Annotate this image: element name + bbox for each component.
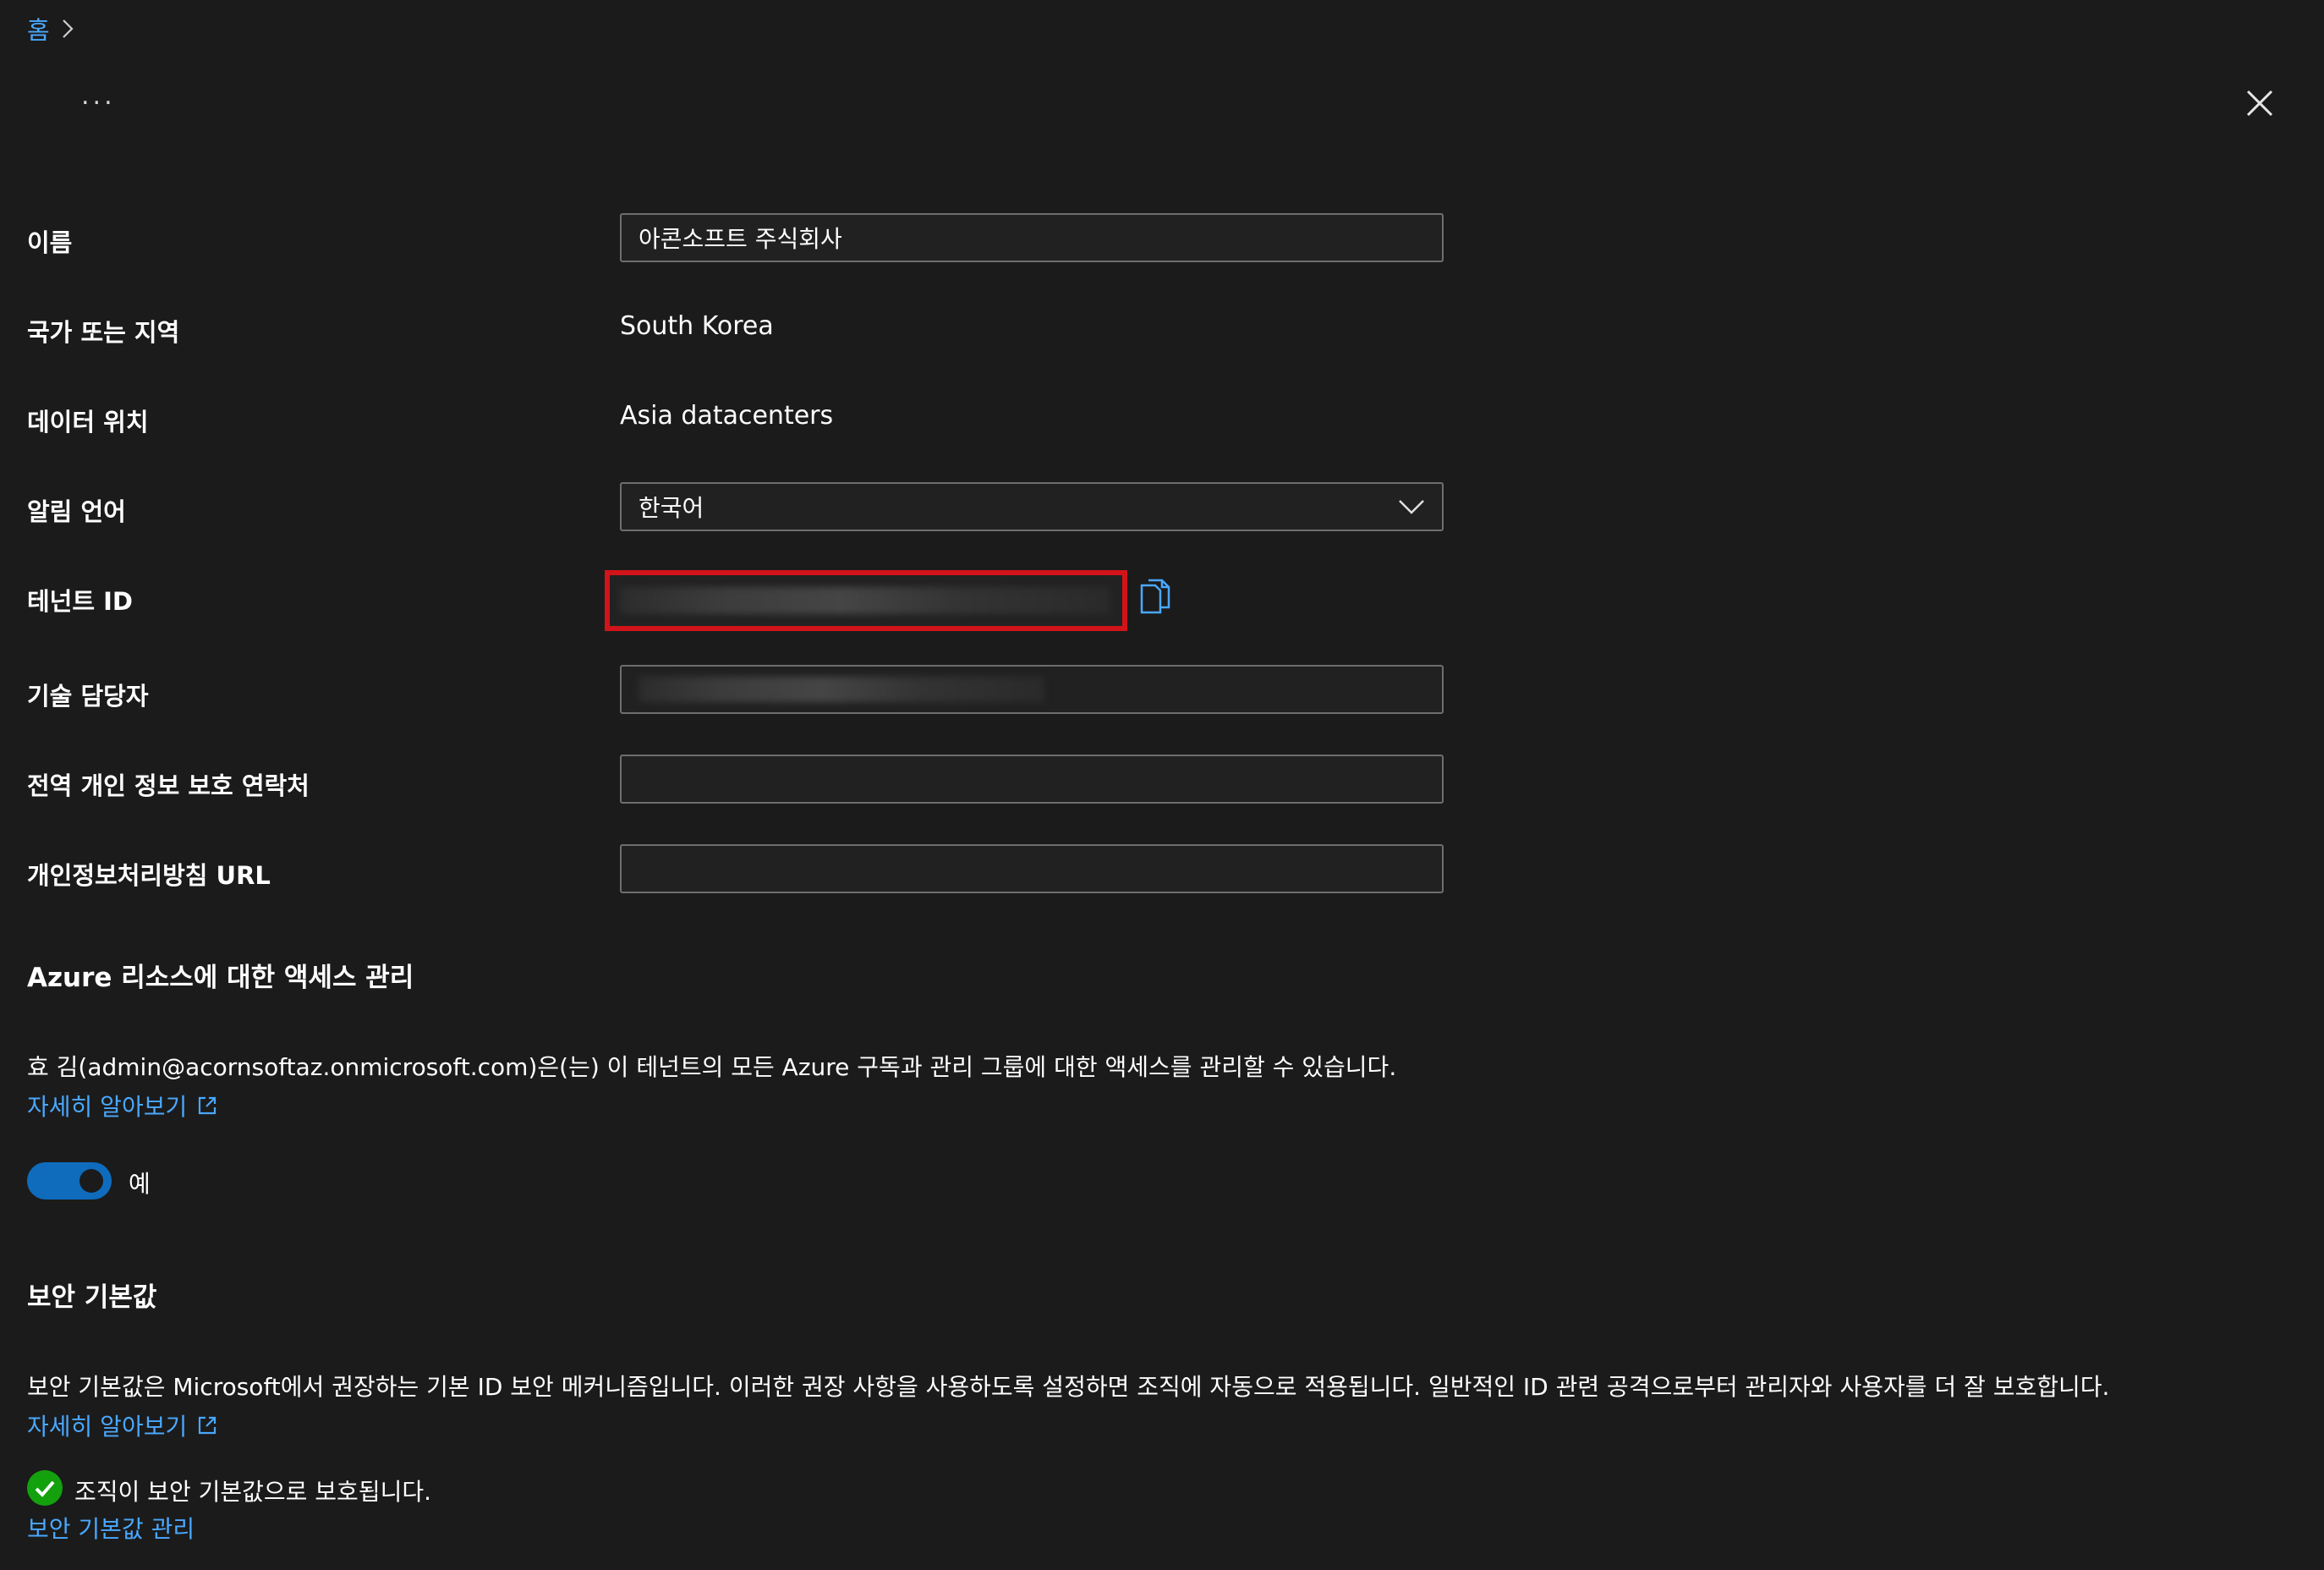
chevron-right-icon xyxy=(62,19,74,39)
security-section-title: 보안 기본값 xyxy=(27,1282,157,1313)
notification-language-dropdown[interactable]: 한국어 xyxy=(620,482,1444,531)
security-description: 보안 기본값은 Microsoft에서 권장하는 기본 ID 보안 메커니즘입니… xyxy=(27,1373,2110,1401)
notification-language-value: 한국어 xyxy=(639,494,704,522)
security-status-text: 조직이 보안 기본값으로 보호됩니다. xyxy=(74,1478,432,1506)
manage-security-defaults-link[interactable]: 보안 기본값 관리 xyxy=(27,1511,195,1545)
tenant-id-blur xyxy=(620,587,1110,614)
technical-contact-label: 기술 담당자 xyxy=(27,682,149,711)
access-section-title: Azure 리소스에 대한 액세스 관리 xyxy=(27,963,414,993)
technical-contact-input[interactable] xyxy=(620,665,1444,714)
checkmark-icon xyxy=(27,1470,63,1506)
access-learn-more-link[interactable]: 자세히 알아보기 xyxy=(27,1089,217,1123)
notification-language-label: 알림 언어 xyxy=(27,497,126,526)
tenant-id-redacted xyxy=(605,570,1127,631)
name-input[interactable]: 아콘소프트 주식회사 xyxy=(620,213,1444,262)
country-label: 국가 또는 지역 xyxy=(27,318,180,347)
breadcrumb-home-link[interactable]: 홈 xyxy=(27,11,50,47)
manage-security-defaults-text: 보안 기본값 관리 xyxy=(27,1515,195,1543)
security-learn-more-link[interactable]: 자세히 알아보기 xyxy=(27,1408,217,1442)
privacy-url-input[interactable] xyxy=(620,844,1444,893)
data-location-value: Asia datacenters xyxy=(620,401,834,431)
privacy-contact-input[interactable] xyxy=(620,755,1444,804)
access-toggle-label: 예 xyxy=(129,1170,151,1198)
access-toggle[interactable] xyxy=(27,1162,112,1199)
external-link-icon xyxy=(199,1096,217,1115)
privacy-url-label: 개인정보처리방침 URL xyxy=(27,861,271,890)
close-icon[interactable] xyxy=(2241,85,2278,122)
external-link-icon xyxy=(199,1416,217,1435)
privacy-contact-label: 전역 개인 정보 보호 연락처 xyxy=(27,771,310,800)
breadcrumb: 홈 xyxy=(27,10,74,47)
name-label: 이름 xyxy=(27,228,73,257)
toggle-knob xyxy=(79,1169,103,1193)
technical-contact-blur xyxy=(639,677,1044,702)
more-options-button[interactable]: ... xyxy=(81,81,116,111)
tenant-id-label: 테넌트 ID xyxy=(27,587,133,616)
copy-icon[interactable] xyxy=(1138,579,1172,616)
data-location-label: 데이터 위치 xyxy=(27,408,149,436)
chevron-down-icon xyxy=(1399,500,1424,514)
country-value: South Korea xyxy=(620,311,774,341)
access-description: 효 김(admin@acornsoftaz.onmicrosoft.com)은(… xyxy=(27,1053,1397,1081)
access-learn-more-text: 자세히 알아보기 xyxy=(27,1093,188,1121)
name-input-value: 아콘소프트 주식회사 xyxy=(639,225,842,253)
security-learn-more-text: 자세히 알아보기 xyxy=(27,1413,188,1441)
